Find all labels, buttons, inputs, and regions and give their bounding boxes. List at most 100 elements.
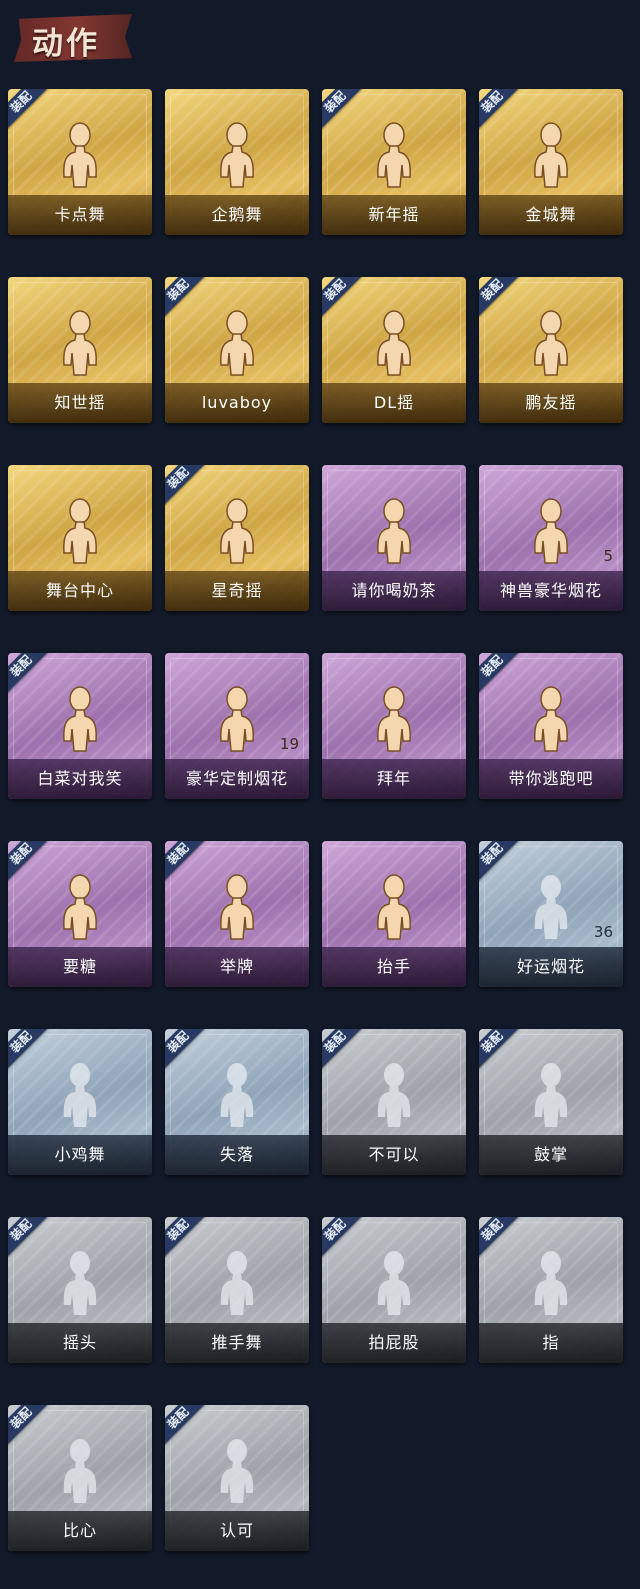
page-title: 动作 [32,26,100,62]
emote-card[interactable]: 装配 拍屁股 [322,1217,466,1363]
equipped-badge: 装配 [8,89,48,129]
emote-card[interactable]: 装配 luvaboy [165,277,309,423]
emote-card[interactable]: 装配 卡点舞 [8,89,152,235]
emote-figure-icon [521,119,581,191]
emote-label: 要糖 [8,947,152,987]
emote-card[interactable]: 装配 要糖 [8,841,152,987]
equipped-badge: 装配 [479,277,519,317]
emote-figure-icon [521,495,581,567]
emote-card[interactable]: 企鹅舞 [165,89,309,235]
equipped-badge: 装配 [8,1405,48,1445]
equipped-badge: 装配 [322,277,362,317]
emote-label: 好运烟花 [479,947,623,987]
emote-label: 鹏友摇 [479,383,623,423]
emote-label: 知世摇 [8,383,152,423]
emote-card[interactable]: 装配 摇头 [8,1217,152,1363]
emote-card[interactable]: 装配 比心 [8,1405,152,1551]
emote-card[interactable]: 装配 鹏友摇 [479,277,623,423]
emote-card[interactable]: 请你喝奶茶 [322,465,466,611]
emote-figure-icon [207,1247,267,1319]
emote-figure-icon [207,871,267,943]
emote-label: 豪华定制烟花 [165,759,309,799]
emote-figure-icon [521,871,581,943]
emote-label: 拍屁股 [322,1323,466,1363]
emote-figure-icon [50,119,110,191]
emote-figure-icon [207,683,267,755]
emote-card[interactable]: 装配 举牌 [165,841,309,987]
equipped-badge: 装配 [165,1217,205,1257]
emote-card[interactable]: 装配 推手舞 [165,1217,309,1363]
emote-label: 金城舞 [479,195,623,235]
emote-label: DL摇 [322,383,466,423]
item-count: 5 [603,547,613,565]
equipped-badge: 装配 [165,841,205,881]
equipped-badge: 装配 [479,1217,519,1257]
emote-label: 舞台中心 [8,571,152,611]
emote-card[interactable]: 拜年 [322,653,466,799]
emote-card[interactable]: 装配 失落 [165,1029,309,1175]
emote-card[interactable]: 装配 小鸡舞 [8,1029,152,1175]
emote-label: 请你喝奶茶 [322,571,466,611]
emote-card[interactable]: 装配 不可以 [322,1029,466,1175]
emote-figure-icon [50,1435,110,1507]
emote-card[interactable]: 装配 认可 [165,1405,309,1551]
equipped-badge: 装配 [479,89,519,129]
emote-card[interactable]: 5 神兽豪华烟花 [479,465,623,611]
emote-card[interactable]: 装配 带你逃跑吧 [479,653,623,799]
equipped-badge: 装配 [8,653,48,693]
emote-label: 失落 [165,1135,309,1175]
emote-label: 新年摇 [322,195,466,235]
item-count: 19 [279,735,299,753]
emote-card[interactable]: 知世摇 [8,277,152,423]
emote-card[interactable]: 装配 36 好运烟花 [479,841,623,987]
emote-figure-icon [207,307,267,379]
equipped-badge: 装配 [479,841,519,881]
emote-label: 带你逃跑吧 [479,759,623,799]
emote-card[interactable]: 装配 白菜对我笑 [8,653,152,799]
emote-figure-icon [50,307,110,379]
emote-label: 举牌 [165,947,309,987]
equipped-badge: 装配 [165,277,205,317]
equipped-badge: 装配 [8,841,48,881]
emote-label: 卡点舞 [8,195,152,235]
emote-figure-icon [50,495,110,567]
emote-figure-icon [50,871,110,943]
equipped-badge: 装配 [322,89,362,129]
emote-figure-icon [521,1059,581,1131]
equipped-badge: 装配 [8,1029,48,1069]
emote-label: 神兽豪华烟花 [479,571,623,611]
emote-card[interactable]: 装配 星奇摇 [165,465,309,611]
emote-figure-icon [50,1059,110,1131]
emote-card[interactable]: 装配 金城舞 [479,89,623,235]
emote-label: 星奇摇 [165,571,309,611]
emote-label: 指 [479,1323,623,1363]
emote-figure-icon [50,1247,110,1319]
emote-figure-icon [521,683,581,755]
equipped-badge: 装配 [165,465,205,505]
emote-card[interactable]: 舞台中心 [8,465,152,611]
emote-figure-icon [364,1059,424,1131]
emote-figure-icon [207,119,267,191]
equipped-badge: 装配 [8,1217,48,1257]
emote-label: 认可 [165,1511,309,1551]
emote-figure-icon [207,1435,267,1507]
page-header: 动作 [0,0,640,76]
emote-card[interactable]: 装配 鼓掌 [479,1029,623,1175]
emote-card[interactable]: 19 豪华定制烟花 [165,653,309,799]
equipped-badge: 装配 [479,653,519,693]
emote-label: 企鹅舞 [165,195,309,235]
item-count: 36 [593,923,613,941]
emote-card[interactable]: 装配 新年摇 [322,89,466,235]
emote-figure-icon [364,495,424,567]
emote-label: 不可以 [322,1135,466,1175]
equipped-badge: 装配 [322,1217,362,1257]
emote-figure-icon [207,1059,267,1131]
emote-card[interactable]: 抬手 [322,841,466,987]
emote-figure-icon [364,119,424,191]
emote-figure-icon [364,307,424,379]
emote-card[interactable]: 装配指 [479,1217,623,1363]
emote-card[interactable]: 装配 DL摇 [322,277,466,423]
emote-label: 抬手 [322,947,466,987]
emote-label: 拜年 [322,759,466,799]
equipped-badge: 装配 [479,1029,519,1069]
